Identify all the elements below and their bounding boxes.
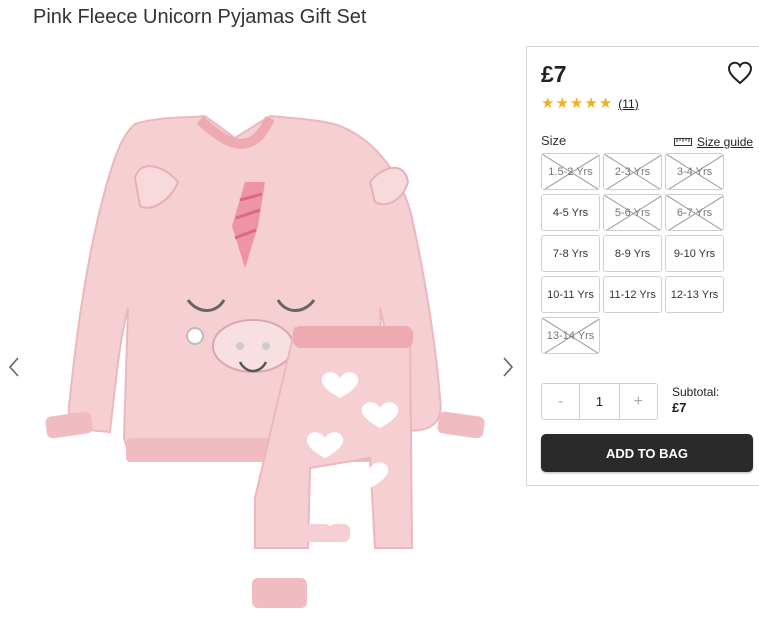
- size-option[interactable]: 6-7 Yrs: [665, 194, 724, 231]
- quantity-stepper: - 1 +: [541, 383, 658, 420]
- size-option[interactable]: 4-5 Yrs: [541, 194, 600, 231]
- purchase-panel: £7 ★ ★ ★ ★ ★ (11) Size Size guide 1.5-2 …: [526, 46, 759, 486]
- size-option-label: 2-3 Yrs: [614, 165, 651, 178]
- size-option-label: 6-7 Yrs: [676, 206, 713, 219]
- add-to-bag-button[interactable]: ADD TO BAG: [541, 434, 753, 472]
- size-option[interactable]: 9-10 Yrs: [665, 235, 724, 272]
- size-option[interactable]: 5-6 Yrs: [603, 194, 662, 231]
- chevron-right-icon: [503, 357, 514, 377]
- review-count-link[interactable]: (11): [618, 97, 638, 111]
- size-option-label: 12-13 Yrs: [670, 288, 719, 301]
- quantity-increase-button[interactable]: +: [620, 384, 657, 419]
- product-gallery: [0, 42, 522, 617]
- product-title: Pink Fleece Unicorn Pyjamas Gift Set: [33, 6, 367, 28]
- size-option-label: 4-5 Yrs: [552, 206, 589, 219]
- size-option[interactable]: 13-14 Yrs: [541, 317, 600, 354]
- product-image[interactable]: [40, 78, 500, 618]
- rating: ★ ★ ★ ★ ★ (11): [541, 96, 639, 111]
- heart-icon: [727, 61, 753, 85]
- size-option[interactable]: 10-11 Yrs: [541, 276, 600, 313]
- star-icon: ★: [598, 95, 613, 112]
- size-option-label: 13-14 Yrs: [546, 329, 595, 342]
- size-option[interactable]: 12-13 Yrs: [665, 276, 724, 313]
- quantity-decrease-button[interactable]: -: [542, 384, 579, 419]
- ruler-icon: [674, 138, 692, 146]
- price: £7: [541, 61, 567, 87]
- size-guide-label: Size guide: [697, 135, 754, 149]
- size-option-label: 5-6 Yrs: [614, 206, 651, 219]
- size-option[interactable]: 11-12 Yrs: [603, 276, 662, 313]
- size-option-label: 1.5-2 Yrs: [548, 165, 593, 178]
- star-icon: ★: [569, 95, 584, 112]
- subtotal-value: £7: [672, 400, 687, 415]
- star-icon: ★: [541, 95, 555, 112]
- size-option-label: 3-4 Yrs: [676, 165, 713, 178]
- previous-image-button[interactable]: [4, 352, 24, 382]
- size-option-label: 9-10 Yrs: [673, 247, 716, 260]
- size-option-label: 10-11 Yrs: [547, 288, 594, 301]
- size-guide-link[interactable]: Size guide: [674, 135, 753, 149]
- next-image-button[interactable]: [498, 352, 518, 382]
- chevron-left-icon: [8, 357, 19, 377]
- size-option[interactable]: 1.5-2 Yrs: [541, 153, 600, 190]
- size-label: Size: [541, 133, 567, 148]
- size-option[interactable]: 8-9 Yrs: [603, 235, 662, 272]
- wishlist-button[interactable]: [727, 61, 753, 85]
- size-option-label: 8-9 Yrs: [614, 247, 651, 260]
- subtotal: Subtotal: £7: [672, 385, 719, 415]
- size-option[interactable]: 3-4 Yrs: [665, 153, 724, 190]
- size-option[interactable]: 7-8 Yrs: [541, 235, 600, 272]
- size-option[interactable]: 2-3 Yrs: [603, 153, 662, 190]
- size-option-label: 7-8 Yrs: [552, 247, 589, 260]
- quantity-input[interactable]: 1: [579, 384, 620, 419]
- star-icon: ★: [555, 95, 569, 112]
- size-option-label: 11-12 Yrs: [609, 288, 656, 301]
- star-icon: ★: [584, 95, 598, 112]
- subtotal-label: Subtotal:: [672, 385, 720, 399]
